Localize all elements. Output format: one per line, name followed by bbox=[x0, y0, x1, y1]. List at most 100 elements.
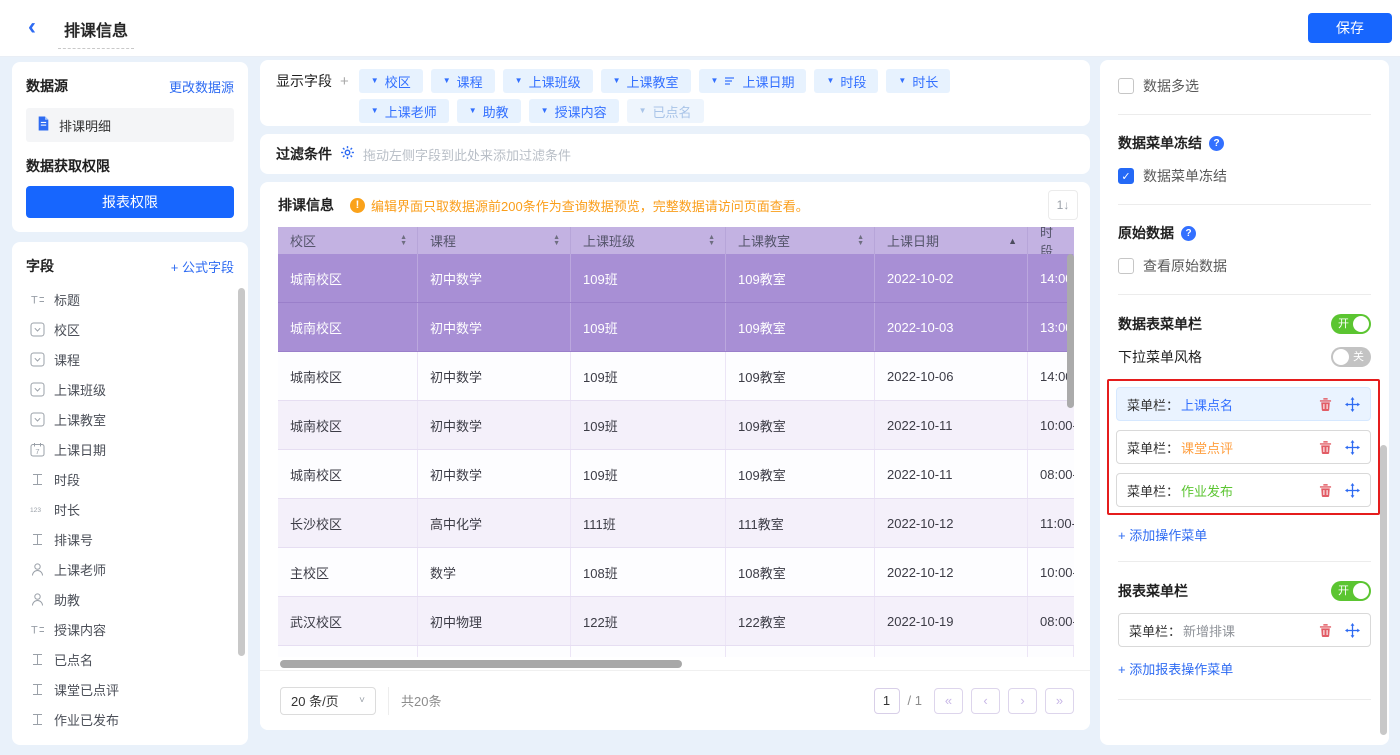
add-action-menu-link[interactable]: + 添加操作菜单 bbox=[1118, 525, 1371, 543]
next-page-button[interactable]: › bbox=[1008, 688, 1037, 714]
table-row[interactable]: 长沙校区高中化学111班111教室2022-10-1211:00-1 bbox=[278, 499, 1074, 548]
change-datasource-link[interactable]: 更改数据源 bbox=[169, 77, 234, 96]
trash-icon[interactable] bbox=[1318, 483, 1333, 498]
add-report-menu-link[interactable]: + 添加报表操作菜单 bbox=[1118, 659, 1371, 677]
field-item[interactable]: 已点名 bbox=[26, 644, 234, 674]
report-menu-items: 菜单栏：新增排课 bbox=[1118, 613, 1371, 647]
field-item[interactable]: 上课教室 bbox=[26, 404, 234, 434]
page-number-input[interactable]: 1 bbox=[874, 688, 900, 714]
field-item[interactable]: 上课老师 bbox=[26, 554, 234, 584]
trash-icon[interactable] bbox=[1318, 397, 1333, 412]
menu-bar-item[interactable]: 菜单栏：上课点名 bbox=[1116, 387, 1371, 421]
gear-icon[interactable] bbox=[340, 145, 355, 163]
display-field-chip[interactable]: ▼课程 bbox=[431, 69, 495, 93]
help-icon[interactable]: ? bbox=[1209, 136, 1224, 151]
sort-both-icon[interactable]: ▲▼ bbox=[553, 235, 560, 247]
filter-panel[interactable]: 过滤条件 拖动左侧字段到此处来添加过滤条件 bbox=[260, 134, 1090, 174]
menu-bar-item[interactable]: 菜单栏：作业发布 bbox=[1116, 473, 1371, 507]
display-field-chip[interactable]: ▼上课老师 bbox=[359, 99, 449, 123]
table-vertical-scrollbar[interactable] bbox=[1067, 254, 1074, 408]
last-page-button[interactable]: » bbox=[1045, 688, 1074, 714]
display-field-chip[interactable]: ▼时段 bbox=[814, 69, 878, 93]
move-icon[interactable] bbox=[1345, 397, 1360, 412]
display-field-chip[interactable]: ▼校区 bbox=[359, 69, 423, 93]
menu-bar-item[interactable]: 菜单栏：课堂点评 bbox=[1116, 430, 1371, 464]
table-row[interactable]: 城南校区初中数学109班109教室2022-10-0614:00-1 bbox=[278, 352, 1074, 401]
table-row[interactable]: 城南校区初中数学109班109教室2022-10-0313:00-1 bbox=[278, 303, 1074, 352]
table-header-cell[interactable]: 上课日期▲ bbox=[875, 227, 1028, 254]
field-item[interactable]: 作业已发布 bbox=[26, 704, 234, 734]
field-item[interactable]: T授课内容 bbox=[26, 614, 234, 644]
display-field-chip[interactable]: ▼上课教室 bbox=[601, 69, 691, 93]
table-header-cell[interactable]: 课程▲▼ bbox=[418, 227, 571, 254]
sort-both-icon[interactable]: ▲▼ bbox=[400, 235, 407, 247]
help-icon[interactable]: ? bbox=[1181, 226, 1196, 241]
multi-select-checkbox-row[interactable]: 数据多选 bbox=[1118, 76, 1371, 96]
report-menu-toggle[interactable]: 开 bbox=[1331, 581, 1371, 601]
move-icon[interactable] bbox=[1345, 483, 1360, 498]
trash-icon[interactable] bbox=[1318, 440, 1333, 455]
menu-bar-item[interactable]: 菜单栏：新增排课 bbox=[1118, 613, 1371, 647]
field-item[interactable]: 助教 bbox=[26, 584, 234, 614]
display-field-chip[interactable]: ▼已点名 bbox=[627, 99, 704, 123]
display-field-chip[interactable]: ▼助教 bbox=[457, 99, 521, 123]
page-size-select[interactable]: 20 条/页 ˅ bbox=[280, 687, 376, 715]
dropdown-style-toggle[interactable]: 关 bbox=[1331, 347, 1371, 367]
table-horizontal-scrollbar[interactable] bbox=[280, 660, 682, 668]
sort-both-icon[interactable]: ▲▼ bbox=[708, 235, 715, 247]
preview-notice-text: 编辑界面只取数据源前200条作为查询数据预览，完整数据请访问页面查看。 bbox=[371, 196, 809, 215]
back-icon[interactable]: ‹ bbox=[28, 15, 36, 39]
menu-freeze-checkbox[interactable]: ✓ bbox=[1118, 168, 1134, 184]
table-row[interactable]: 城南校区初中数学109班109教室2022-10-1110:00-1 bbox=[278, 401, 1074, 450]
move-icon[interactable] bbox=[1345, 623, 1360, 638]
field-item[interactable]: 7上课日期 bbox=[26, 434, 234, 464]
add-formula-field-link[interactable]: + 公式字段 bbox=[171, 257, 234, 276]
datasource-item[interactable]: 排课明细 bbox=[26, 108, 234, 142]
table-row[interactable]: 城南校区初中数学109班109教室2022-10-0214:00-1 bbox=[278, 254, 1074, 303]
field-item[interactable]: T标题 bbox=[26, 284, 234, 314]
settings-scrollbar[interactable] bbox=[1380, 445, 1387, 735]
svg-text:T: T bbox=[31, 624, 38, 636]
table-header-cell[interactable]: 上课教室▲▼ bbox=[726, 227, 875, 254]
report-permission-button[interactable]: 报表权限 bbox=[26, 186, 234, 218]
field-item[interactable]: 课堂已点评 bbox=[26, 674, 234, 704]
first-page-button[interactable]: « bbox=[934, 688, 963, 714]
fields-scrollbar[interactable] bbox=[238, 288, 245, 656]
move-icon[interactable] bbox=[1345, 440, 1360, 455]
display-field-chip[interactable]: ▼上课日期 bbox=[699, 69, 807, 93]
field-item[interactable]: 校区 bbox=[26, 314, 234, 344]
trash-icon[interactable] bbox=[1318, 623, 1333, 638]
field-item[interactable]: 课程 bbox=[26, 344, 234, 374]
display-field-chip[interactable]: ▼时长 bbox=[886, 69, 950, 93]
table-cell: 108教室 bbox=[726, 548, 875, 596]
field-item[interactable]: 上课班级 bbox=[26, 374, 234, 404]
table-row[interactable]: 武汉校区初中物理122班122教室2022-10-1908:00-0 bbox=[278, 597, 1074, 646]
display-field-chip[interactable]: ▼授课内容 bbox=[529, 99, 619, 123]
table-cell: 数学 bbox=[418, 548, 571, 596]
display-field-chip[interactable]: ▼上课班级 bbox=[503, 69, 593, 93]
settings-panel: 数据多选 数据菜单冻结 ? ✓ 数据菜单冻结 原始数据 ? 查看原始数据 数据表… bbox=[1100, 60, 1389, 745]
table-row[interactable]: 城南校区初中数学109班109教室2022-10-1108:00-0 bbox=[278, 450, 1074, 499]
table-menu-toggle[interactable]: 开 bbox=[1331, 314, 1371, 334]
table-header-cell[interactable]: 上课班级▲▼ bbox=[571, 227, 726, 254]
multi-select-checkbox[interactable] bbox=[1118, 78, 1134, 94]
field-item[interactable]: 123时长 bbox=[26, 494, 234, 524]
table-header-cell[interactable]: 校区▲▼ bbox=[278, 227, 418, 254]
chip-label: 授课内容 bbox=[555, 102, 607, 121]
table-row[interactable]: 主校区数学108班108教室2022-10-1210:00-1 bbox=[278, 548, 1074, 597]
sort-both-icon[interactable]: ▲▼ bbox=[857, 235, 864, 247]
field-item[interactable]: 时段 bbox=[26, 464, 234, 494]
field-item[interactable]: 排课号 bbox=[26, 524, 234, 554]
menu-freeze-checkbox-row[interactable]: ✓ 数据菜单冻结 bbox=[1118, 166, 1371, 186]
sort-asc-icon[interactable]: ▲ bbox=[1008, 236, 1017, 246]
table-header-cell[interactable]: 时段 bbox=[1028, 227, 1074, 254]
chip-label: 上课班级 bbox=[529, 72, 581, 91]
prev-page-button[interactable]: ‹ bbox=[971, 688, 1000, 714]
table-cell: 109班 bbox=[571, 254, 726, 302]
add-display-field-icon[interactable]: + bbox=[340, 73, 349, 90]
save-button[interactable]: 保存 bbox=[1308, 13, 1392, 43]
raw-data-checkbox[interactable] bbox=[1118, 258, 1134, 274]
svg-text:123: 123 bbox=[30, 507, 41, 514]
table-sort-button[interactable]: 1↓ bbox=[1048, 190, 1078, 220]
raw-data-checkbox-row[interactable]: 查看原始数据 bbox=[1118, 256, 1371, 276]
